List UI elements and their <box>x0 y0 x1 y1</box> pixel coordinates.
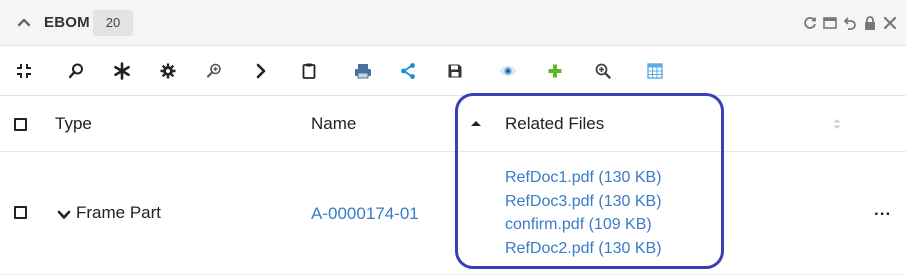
undo-icon[interactable] <box>841 14 858 32</box>
magnify-icon[interactable] <box>592 60 614 82</box>
panel-header: EBOM 20 <box>0 0 906 46</box>
close-icon[interactable] <box>881 14 898 32</box>
count-badge: 20 <box>93 10 133 36</box>
refresh-icon[interactable] <box>801 14 818 32</box>
file-link[interactable]: RefDoc2.pdf (130 KB) <box>505 237 662 261</box>
toolbar <box>0 46 906 96</box>
column-header-name[interactable]: Name <box>311 114 356 134</box>
clipboard-icon[interactable] <box>298 60 320 82</box>
sort-toggle-icon[interactable] <box>832 116 842 132</box>
add-icon[interactable] <box>544 60 566 82</box>
file-link[interactable]: RefDoc1.pdf (130 KB) <box>505 166 662 190</box>
panel-title: EBOM <box>44 14 90 31</box>
column-header-related-files[interactable]: Related Files <box>505 114 604 134</box>
row-type: Frame Part <box>76 203 162 222</box>
lock-icon[interactable] <box>861 14 878 32</box>
select-all-checkbox[interactable] <box>14 118 27 131</box>
window-controls <box>801 13 898 33</box>
row-actions-menu[interactable]: ... <box>874 200 891 220</box>
settings-icon[interactable] <box>157 60 179 82</box>
search-icon[interactable] <box>65 60 87 82</box>
print-icon[interactable] <box>352 60 374 82</box>
row-name-link[interactable]: A-0000174-01 <box>311 204 419 224</box>
grid-header-row: Type Name Related Files <box>0 96 906 152</box>
chevron-down-icon[interactable] <box>57 208 71 220</box>
asterisk-icon[interactable] <box>111 60 133 82</box>
file-link[interactable]: confirm.pdf (109 KB) <box>505 213 662 237</box>
sort-ascending-icon[interactable] <box>470 116 482 126</box>
table-row[interactable]: Frame Part A-0000174-01 RefDoc1.pdf (130… <box>0 152 906 275</box>
row-checkbox[interactable] <box>14 206 27 219</box>
collapse-icon[interactable] <box>13 60 35 82</box>
share-icon[interactable] <box>397 60 419 82</box>
related-files-list: RefDoc1.pdf (130 KB) RefDoc3.pdf (130 KB… <box>505 166 662 260</box>
eye-icon[interactable] <box>497 60 519 82</box>
save-icon[interactable] <box>444 60 466 82</box>
zoom-in-icon[interactable] <box>203 60 225 82</box>
calendar-icon[interactable] <box>644 60 666 82</box>
file-link[interactable]: RefDoc3.pdf (130 KB) <box>505 190 662 214</box>
column-header-type[interactable]: Type <box>55 114 92 134</box>
chevron-up-icon[interactable] <box>16 14 32 30</box>
maximize-icon[interactable] <box>821 14 838 32</box>
chevron-right-icon[interactable] <box>250 60 272 82</box>
